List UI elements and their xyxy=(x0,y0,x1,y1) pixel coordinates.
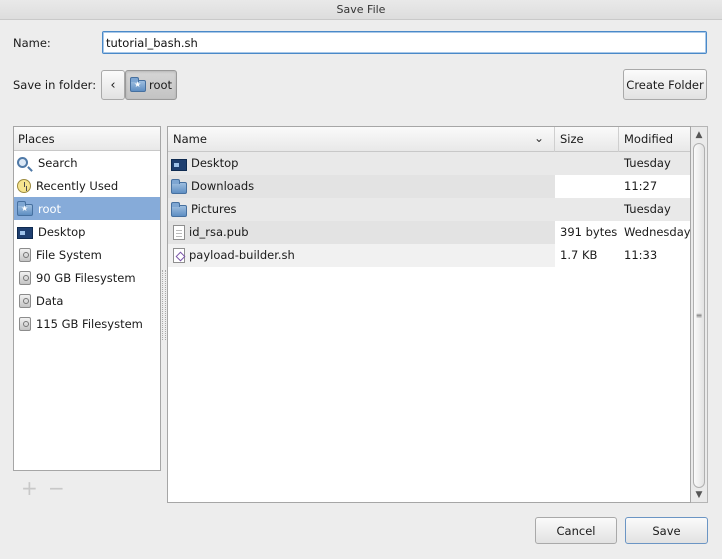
file-modified: Tuesday xyxy=(624,156,671,170)
drive-icon xyxy=(19,316,31,331)
script-icon xyxy=(173,248,185,263)
file-row[interactable]: payload-builder.sh 1.7 KB 11:33 xyxy=(168,244,690,267)
file-name: Desktop xyxy=(191,156,239,170)
scroll-down-icon[interactable]: ▼ xyxy=(694,489,704,501)
path-back-button[interactable]: ‹ xyxy=(101,70,125,100)
folder-icon xyxy=(171,201,187,217)
file-size: 1.7 KB xyxy=(560,248,598,262)
place-item-search[interactable]: Search xyxy=(14,151,160,174)
drive-icon xyxy=(19,270,31,285)
remove-place-icon[interactable]: − xyxy=(48,478,65,498)
column-header-size[interactable]: Size xyxy=(555,127,619,152)
file-row[interactable]: Pictures Tuesday xyxy=(168,198,690,221)
file-size: 391 bytes xyxy=(560,225,618,239)
file-row[interactable]: Desktop Tuesday xyxy=(168,152,690,175)
file-size xyxy=(560,175,618,198)
file-name: payload-builder.sh xyxy=(189,248,295,262)
desktop-icon xyxy=(17,226,33,239)
save-in-folder-label: Save in folder: xyxy=(13,78,97,92)
place-item-115gb-filesystem[interactable]: 115 GB Filesystem xyxy=(14,312,160,335)
name-label: Name: xyxy=(13,36,51,50)
file-size xyxy=(560,152,618,175)
place-label: Recently Used xyxy=(36,178,119,193)
search-icon xyxy=(17,157,28,168)
scroll-up-icon[interactable]: ▲ xyxy=(694,129,704,141)
drive-icon xyxy=(19,293,31,308)
file-modified: 11:27 xyxy=(624,179,658,193)
save-button[interactable]: Save xyxy=(625,517,708,544)
place-label: Search xyxy=(38,155,78,170)
file-modified: 11:33 xyxy=(624,248,658,262)
filename-input[interactable] xyxy=(102,31,707,54)
home-folder-icon xyxy=(17,200,33,216)
path-root-label: root xyxy=(148,78,173,92)
column-modified-label: Modified xyxy=(624,132,674,146)
column-size-label: Size xyxy=(560,132,584,146)
place-item-recently-used[interactable]: Recently Used xyxy=(14,174,160,197)
sort-descending-icon[interactable]: ⌄ xyxy=(534,131,544,145)
column-header-modified[interactable]: Modified xyxy=(619,127,690,152)
home-folder-icon xyxy=(129,77,146,92)
places-header[interactable]: Places xyxy=(14,127,160,151)
file-list: Name ⌄ Size Modified Desktop Tuesday Dow… xyxy=(167,126,691,503)
place-label: 90 GB Filesystem xyxy=(36,270,136,285)
scrollbar-thumb[interactable]: ≡ xyxy=(693,143,705,488)
place-item-root[interactable]: root xyxy=(14,197,160,220)
column-header-name[interactable]: Name xyxy=(168,127,555,152)
pane-splitter-handle[interactable] xyxy=(162,270,166,340)
cancel-button[interactable]: Cancel xyxy=(535,517,617,544)
place-label: root xyxy=(38,201,62,216)
file-name: Downloads xyxy=(191,179,255,193)
document-icon xyxy=(173,225,185,240)
grip-icon: ≡ xyxy=(695,311,703,320)
folder-icon xyxy=(171,178,187,194)
place-item-desktop[interactable]: Desktop xyxy=(14,220,160,243)
place-item-file-system[interactable]: File System xyxy=(14,243,160,266)
places-sidebar: Places Search Recently Used root Desktop… xyxy=(13,126,161,471)
file-row[interactable]: Downloads 11:27 xyxy=(168,175,690,198)
window-title: Save File xyxy=(0,0,722,20)
file-modified: Wednesday xyxy=(624,225,691,239)
chevron-left-icon: ‹ xyxy=(110,77,116,93)
file-name: id_rsa.pub xyxy=(189,225,249,239)
file-row[interactable]: id_rsa.pub 391 bytes Wednesday xyxy=(168,221,690,244)
place-item-90gb-filesystem[interactable]: 90 GB Filesystem xyxy=(14,266,160,289)
file-modified: Tuesday xyxy=(624,202,671,216)
file-size xyxy=(560,198,618,221)
place-label: Data xyxy=(36,293,64,308)
place-item-data[interactable]: Data xyxy=(14,289,160,312)
file-list-header: Name ⌄ Size Modified xyxy=(168,127,690,152)
desktop-icon xyxy=(171,158,187,171)
create-folder-button[interactable]: Create Folder xyxy=(623,69,707,100)
file-list-scrollbar[interactable]: ▲ ≡ ▼ xyxy=(691,126,708,503)
drive-icon xyxy=(19,247,31,262)
place-label: File System xyxy=(36,247,102,262)
path-root-button[interactable]: root xyxy=(125,70,177,100)
recently-used-icon xyxy=(17,178,31,193)
place-label: Desktop xyxy=(38,224,86,239)
column-name-label: Name xyxy=(173,132,207,146)
place-label: 115 GB Filesystem xyxy=(36,316,143,331)
add-place-icon[interactable]: + xyxy=(21,478,38,498)
file-name: Pictures xyxy=(191,202,237,216)
